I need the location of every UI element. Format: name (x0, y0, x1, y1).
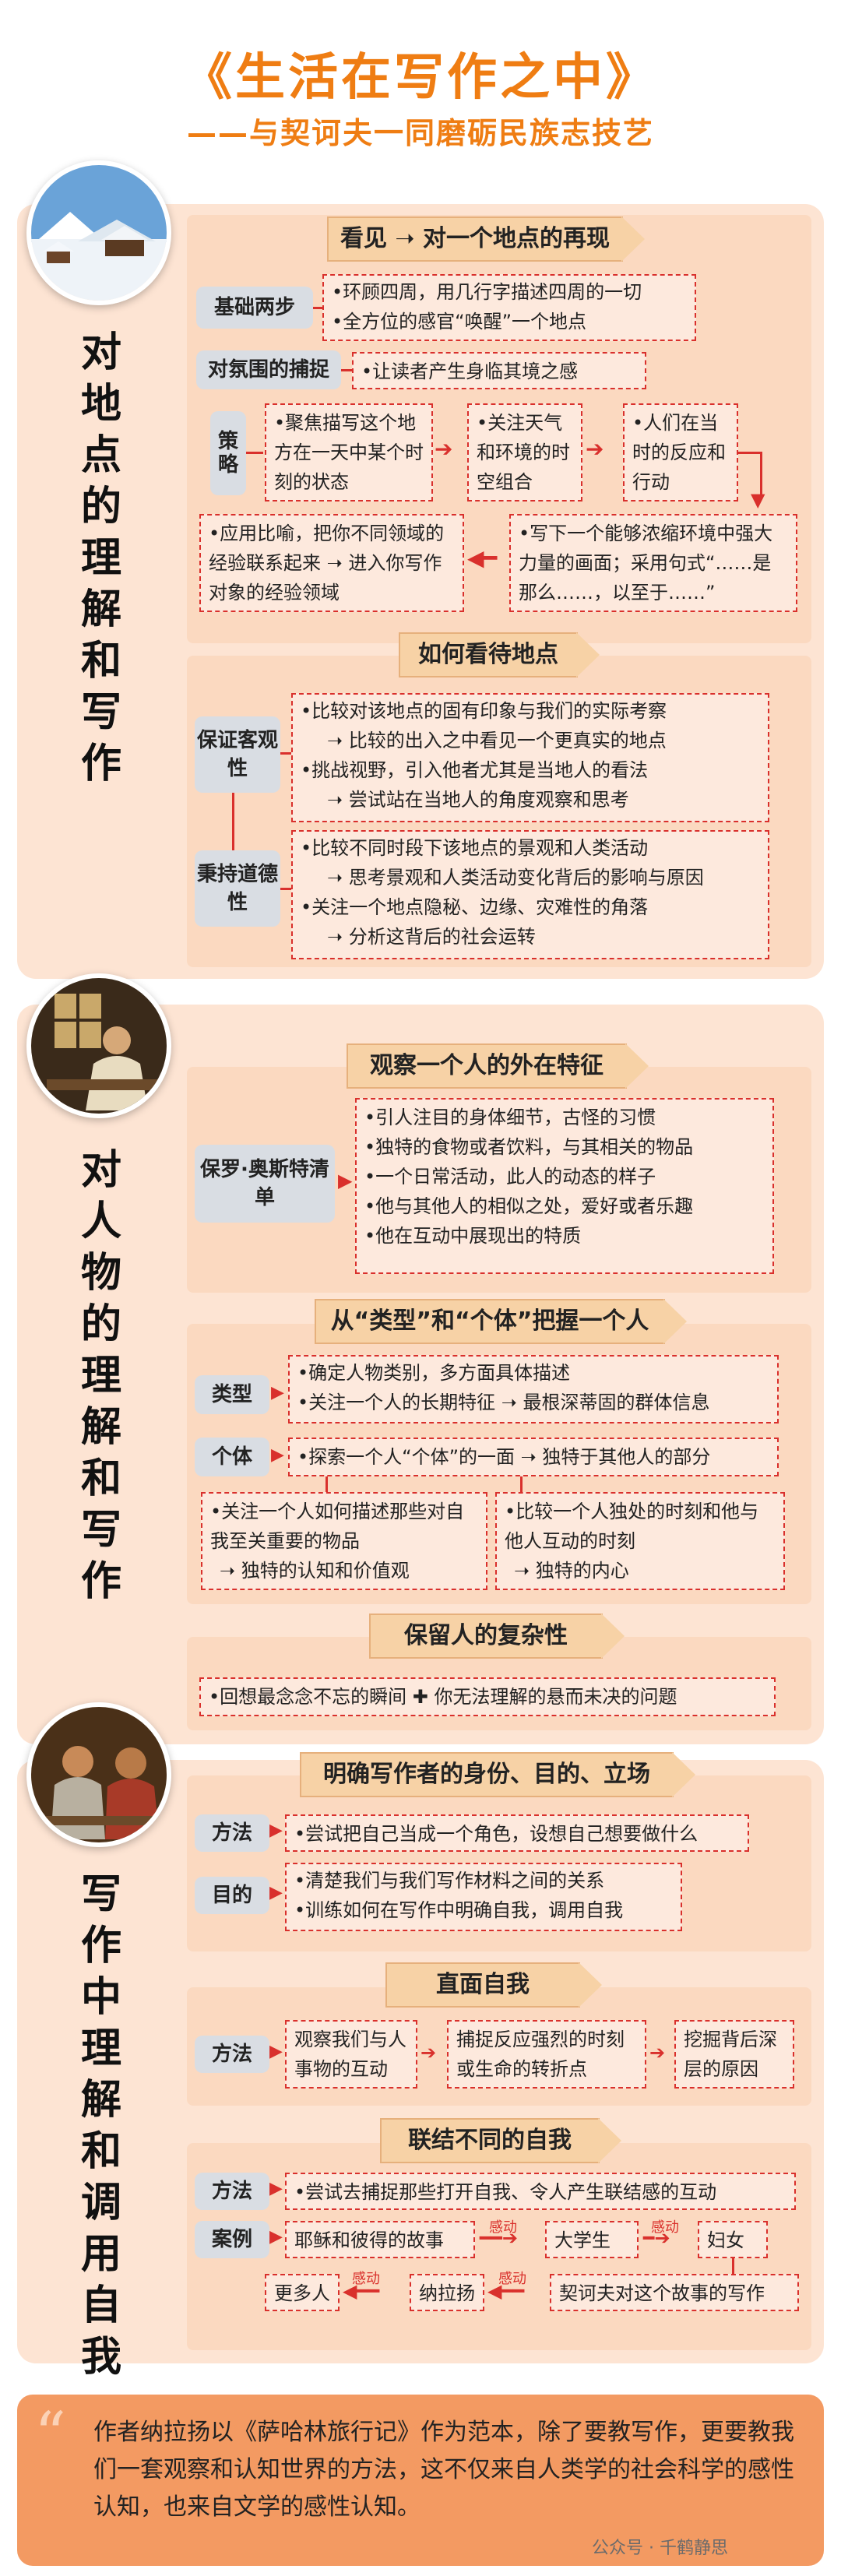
section-person-title: 对人物的理解和写作 (80, 1147, 121, 1605)
label-objectivity: 保证客观性 (195, 716, 280, 793)
strategy-box-5: •写下一个能够浓缩环境中强大力量的画面；采用句式“……是那么……，以至于……” (509, 514, 797, 612)
case-jesus-peter: 耶稣和彼得的故事 (285, 2221, 475, 2258)
method-3-box: •尝试去捕捉那些打开自我、令人产生联结感的互动 (285, 2173, 796, 2210)
page-subtitle: ——与契诃夫一同磨砺民族志技艺 (186, 116, 654, 150)
case-narayan: 纳拉扬 (410, 2274, 484, 2311)
label-morality: 秉持道德性 (195, 850, 280, 927)
strategy-box-2: •关注天气和环境的时空组合 (467, 403, 582, 501)
label-atmosphere: 对氛围的捕捉 (196, 350, 341, 389)
objectivity-box: •比较对该地点的固有印象与我们的实际考察 ➝ 比较的出入之中看见一个更真实的地点… (291, 693, 769, 822)
banner-face-self: 直面自我 (385, 1962, 602, 2008)
label-purpose: 目的 (195, 1877, 269, 1914)
case-student: 大学生 (545, 2221, 639, 2258)
atmosphere-box: •让读者产生身临其境之感 (352, 352, 646, 389)
case-chekhov: 契诃夫对这个故事的写作 (550, 2274, 799, 2311)
label-type: 类型 (195, 1375, 269, 1414)
face-self-step-3: 挖掘背后深层的原因 (674, 2020, 794, 2089)
individual-objects-box: •关注一个人如何描述那些对自我至关重要的物品 ➝ 独特的认知和价值观 (201, 1492, 487, 1590)
section-self-title: 写作中理解和调用自我 (80, 1871, 121, 2381)
morality-box: •比较不同时段下该地点的景观和人类活动 ➝ 思考景观和人类活动变化背后的影响与原… (291, 830, 769, 959)
banner-identity: 明确写作者的身份、目的、立场 (300, 1752, 695, 1797)
label-individual: 个体 (195, 1438, 269, 1476)
label-method-1: 方法 (195, 1814, 269, 1852)
type-box: •确定人物类别，多方面具体描述 •关注一个人的长期特征 ➝ 最根深蒂固的群体信息 (288, 1355, 779, 1423)
banner-type-individual: 从“类型”和“个体”把握一个人 (315, 1299, 687, 1344)
quote-text: 作者纳拉扬以《萨哈林旅行记》作为范本，除了要教写作，更要教我们一套观察和认知世界… (93, 2419, 794, 2521)
strategy-box-3: •人们在当时的反应和行动 (623, 403, 738, 501)
individual-box: •探索一个人“个体”的一面 ➝ 独特于其他人的部分 (288, 1438, 779, 1476)
label-strategy: 策略 (210, 411, 246, 495)
watermark: 公众号 · 千鹤静思 (592, 2539, 728, 2558)
strategy-box-4: •应用比喻，把你不同领域的经验联系起来 ➝ 进入你写作对象的经验领域 (199, 514, 464, 612)
method-1-box: •尝试把自己当成一个角色，设想自己想要做什么 (285, 1814, 749, 1852)
snow-landscape-image (26, 160, 171, 305)
label-method-3: 方法 (195, 2173, 269, 2210)
banner-connect-self: 联结不同的自我 (380, 2118, 621, 2163)
basic-steps-box: •环顾四周，用几行字描述四周的一切 •全方位的感官“唤醒”一个地点 (322, 274, 696, 341)
paul-auster-box: •引人注目的身体细节，古怪的习惯 •独特的食物或者饮料，与其相关的物品 •一个日… (355, 1098, 774, 1274)
jesus-peter-painting-image (26, 1702, 171, 1847)
label-paul-auster: 保罗·奥斯特清单 (195, 1145, 335, 1223)
face-self-step-2: 捕捉反应强烈的时刻或生命的转折点 (447, 2020, 646, 2089)
face-self-step-1: 观察我们与人事物的互动 (285, 2020, 417, 2089)
label-method-2: 方法 (195, 2036, 269, 2073)
case-more-people: 更多人 (265, 2274, 340, 2311)
banner-see-place: 看见 ➝ 对一个地点的再现 (327, 216, 645, 262)
label-basic-steps: 基础两步 (196, 287, 313, 329)
individual-alone-box: •比较一个人独处的时刻和他与他人互动的时刻 ➝ 独特的内心 (495, 1492, 785, 1590)
writer-painting-image (26, 973, 171, 1118)
strategy-box-1: •聚焦描写这个地方在一天中某个时刻的状态 (265, 403, 433, 501)
banner-view-place: 如何看待地点 (399, 632, 600, 677)
complexity-box: •回想最念念不忘的瞬间 ✚ 你无法理解的悬而未决的问题 (199, 1677, 776, 1716)
page-title: 《生活在写作之中》 (182, 49, 659, 107)
label-case: 案例 (195, 2221, 269, 2258)
banner-complexity: 保留人的复杂性 (369, 1614, 625, 1659)
purpose-box: •清楚我们与我们写作材料之间的关系 •训练如何在写作中明确自我，调用自我 (285, 1863, 682, 1931)
section-place-title: 对地点的理解和写作 (80, 329, 121, 787)
case-woman: 妇女 (698, 2221, 768, 2258)
quote-mark-icon: “ (34, 2398, 66, 2471)
banner-features: 观察一个人的外在特征 (347, 1043, 649, 1089)
